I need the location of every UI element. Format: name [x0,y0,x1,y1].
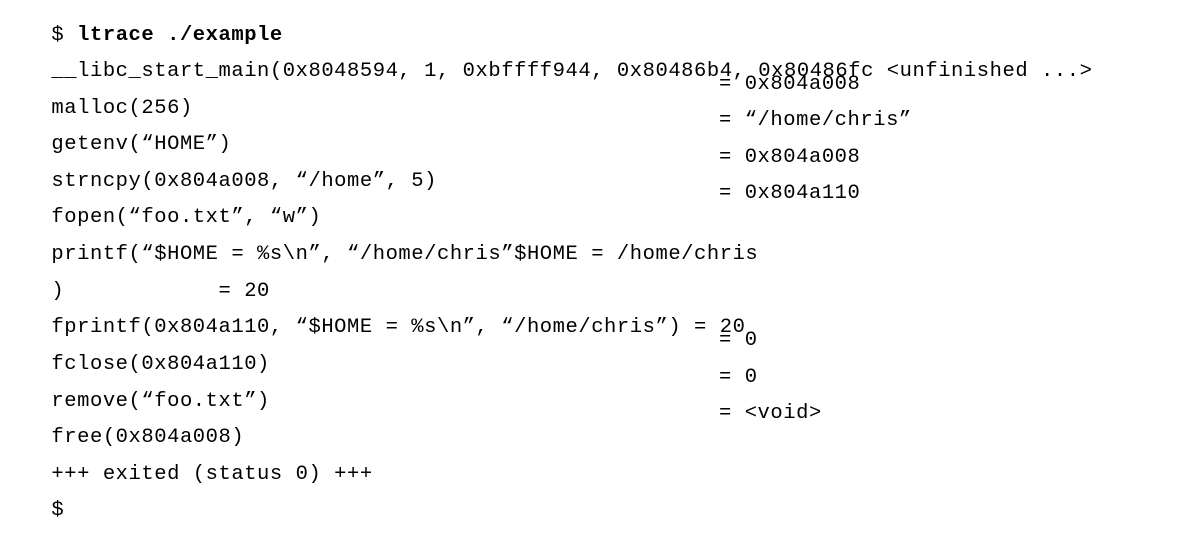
trace-result: = 0x804a110 [719,182,861,205]
output-line: malloc(256) = 0x804a008 [0,73,1189,120]
trace-result: = 0 [719,366,758,389]
output-line: free(0x804a008) = <void> [0,402,1189,449]
output-line: __libc_start_main(0x8048594, 1, 0xbffff9… [0,36,1189,83]
output-line: fclose(0x804a110) = 0 [0,329,1189,376]
output-line: strncpy(0x804a008, “/home”, 5) = 0x804a0… [0,146,1189,193]
shell-prompt: $ [51,499,65,522]
trace-result: = <void> [719,402,822,425]
output-line: getenv(“HOME”) = “/home/chris” [0,109,1189,156]
output-line: printf(“$HOME = %s\n”, “/home/chris”$HOM… [0,219,1189,266]
terminal-window[interactable]: $ ltrace ./example __libc_start_main(0x8… [0,0,1189,522]
output-line: remove(“foo.txt”) = 0 [0,366,1189,413]
output-line: fprintf(0x804a110, “$HOME = %s\n”, “/hom… [0,292,1189,339]
output-line: ) = 20 [0,256,1189,303]
trace-result: = 0x804a008 [719,146,861,169]
trace-result: = 0 [719,329,758,352]
output-line: fopen(“foo.txt”, “w”) = 0x804a110 [0,182,1189,229]
command-line: $ ltrace ./example [0,0,283,47]
trace-result: = “/home/chris” [719,109,912,132]
output-line: +++ exited (status 0) +++ [0,439,1189,486]
trace-result: = 0x804a008 [719,73,861,96]
final-prompt-line[interactable]: $ [0,475,1189,522]
